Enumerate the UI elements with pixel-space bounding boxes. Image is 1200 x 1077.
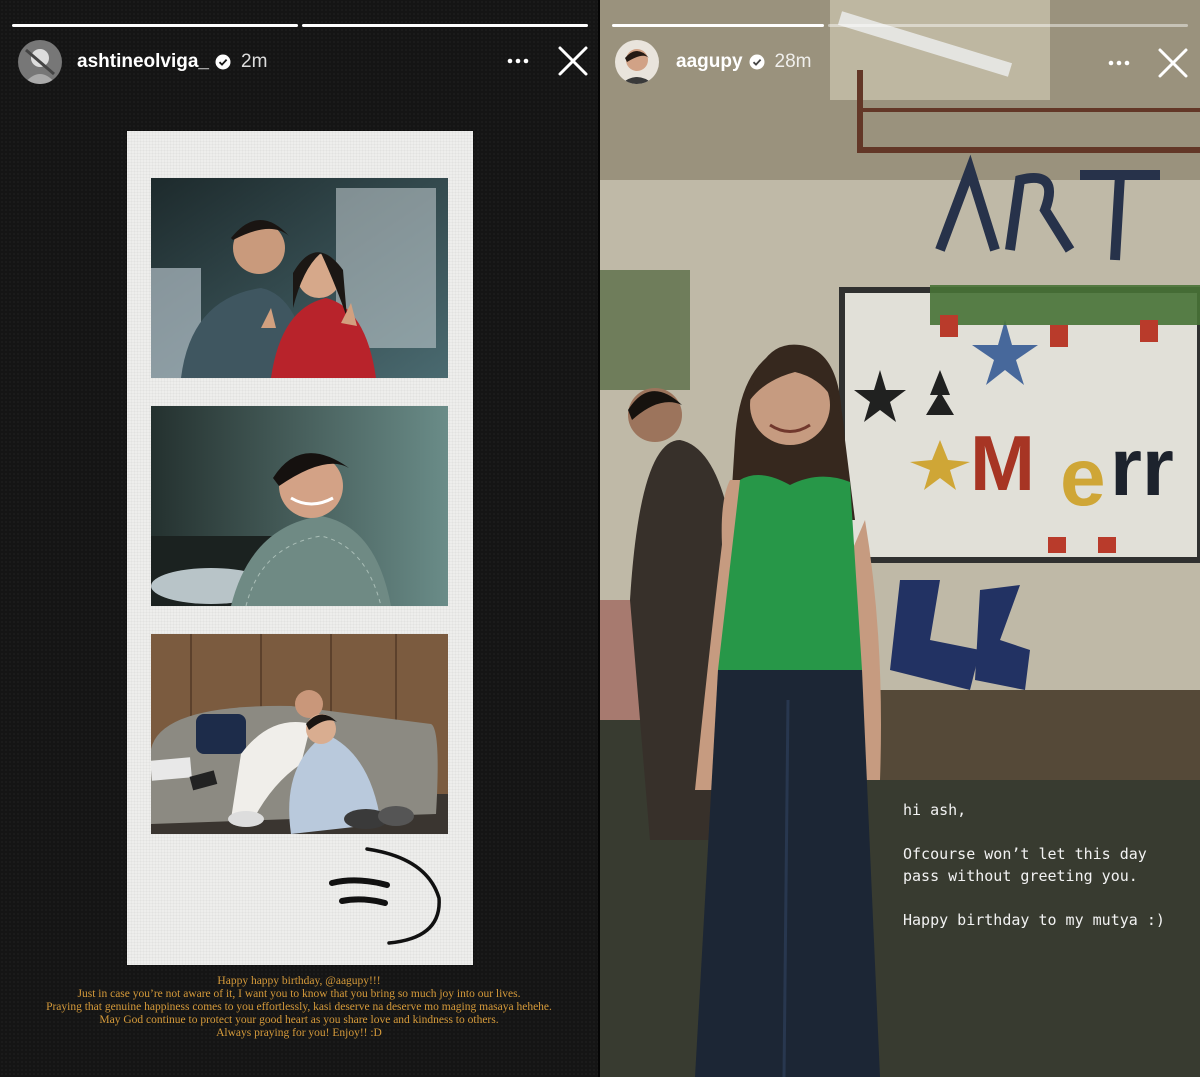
avatar[interactable] xyxy=(615,40,659,84)
note-line xyxy=(903,887,1165,909)
progress-segment-2 xyxy=(302,24,588,27)
note-line xyxy=(903,821,1165,843)
caption-line: Just in case you’re not aware of it, I w… xyxy=(77,988,521,1000)
smiley-doodle-icon xyxy=(329,847,441,945)
avatar[interactable] xyxy=(18,40,62,84)
caption-line: Praying that genuine happiness comes to … xyxy=(46,1001,552,1013)
more-horizontal-icon[interactable] xyxy=(1099,43,1139,83)
timestamp: 28m xyxy=(774,51,812,72)
story-caption: Happy happy birthday, @aagupy!!! Just in… xyxy=(0,975,598,1040)
note-line: hi ash, xyxy=(903,801,967,819)
caption-line: Happy happy birthday, @aagupy!!! xyxy=(217,975,381,987)
strip-photo-2 xyxy=(151,406,448,606)
strip-photo-3 xyxy=(151,634,448,834)
caption-line: May God continue to protect your good he… xyxy=(99,1014,499,1026)
close-icon[interactable] xyxy=(1153,43,1193,83)
story-left[interactable]: ashtineolviga_ 2m Happy happy birthday, … xyxy=(0,0,598,1077)
story-text-overlay: hi ash, Ofcourse won’t let this day pass… xyxy=(903,799,1165,931)
more-horizontal-icon[interactable] xyxy=(498,41,538,81)
strip-photo-1 xyxy=(151,178,448,378)
progress-segment-1 xyxy=(12,24,298,27)
close-icon[interactable] xyxy=(553,41,593,81)
progress-segment-2 xyxy=(828,24,1188,27)
verified-badge-icon xyxy=(749,54,765,70)
photo-strip xyxy=(127,131,473,965)
progress-segment-1 xyxy=(612,24,824,27)
note-line: Ofcourse won’t let this day xyxy=(903,845,1147,863)
verified-badge-icon xyxy=(215,54,231,70)
username[interactable]: ashtineolviga_ xyxy=(77,51,209,73)
note-line: pass without greeting you. xyxy=(903,867,1138,885)
note-line: Happy birthday to my mutya :) xyxy=(903,911,1165,929)
username[interactable]: aagupy xyxy=(676,51,743,73)
caption-line: Always praying for you! Enjoy!! :D xyxy=(216,1027,382,1039)
timestamp: 2m xyxy=(241,51,268,72)
